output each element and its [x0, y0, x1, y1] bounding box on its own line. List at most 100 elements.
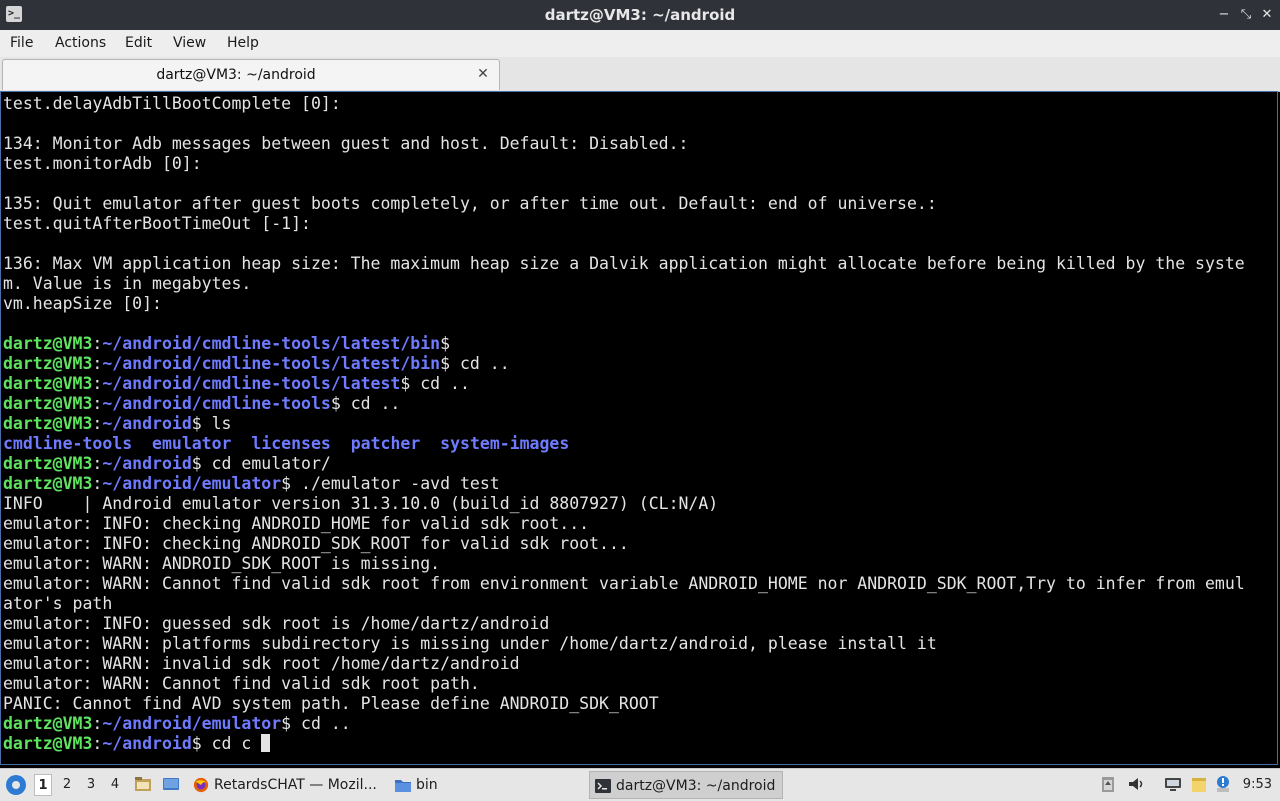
- prompt-path: ~/android/cmdline-tools/latest: [102, 374, 401, 393]
- prompt-path: ~/android/cmdline-tools/latest/bin: [102, 334, 441, 353]
- emulator-log-line: ator's path: [3, 594, 113, 613]
- emulator-log-line: emulator: WARN: invalid sdk root /home/d…: [3, 654, 520, 673]
- workspace-4[interactable]: 4: [106, 774, 124, 796]
- ls-dir-entry: system-images: [440, 434, 570, 453]
- tab-strip: dartz@VM3: ~/android ✕: [0, 57, 1280, 92]
- ls-dir-entry: cmdline-tools: [3, 434, 133, 453]
- firefox-icon: [193, 777, 209, 793]
- command-text: $ cd ..: [330, 394, 401, 413]
- prompt-user: dartz@VM3: [3, 334, 93, 353]
- emulator-log-line: emulator: WARN: Cannot find valid sdk ro…: [3, 674, 480, 693]
- prompt-path: ~/android: [102, 734, 192, 753]
- prompt-path: ~/android: [102, 414, 192, 433]
- terminal-text: test.delayAdbTillBootComplete [0]: 134: …: [3, 94, 1245, 754]
- prompt-sep: :: [92, 714, 103, 733]
- prompt-path: ~/android/emulator: [102, 714, 282, 733]
- menu-edit[interactable]: Edit: [125, 30, 152, 56]
- window-titlebar[interactable]: >_ dartz@VM3: ~/android − ⤡ ✕: [0, 0, 1280, 30]
- start-menu-icon[interactable]: [6, 775, 26, 795]
- tab-label: dartz@VM3: ~/android: [156, 67, 316, 83]
- command-input-text[interactable]: $ cd c: [192, 734, 262, 753]
- terminal-output[interactable]: test.delayAdbTillBootComplete [0]: 134: …: [0, 91, 1278, 765]
- command-text: $ cd ..: [281, 714, 351, 733]
- emulator-log-line: emulator: INFO: guessed sdk root is /hom…: [3, 614, 550, 633]
- prompt-user: dartz@VM3: [3, 454, 93, 473]
- prompt-path: ~/android/emulator: [102, 474, 282, 493]
- prompt-user: dartz@VM3: [3, 714, 93, 733]
- prompt-sep: :: [92, 454, 103, 473]
- workspace-1[interactable]: 1: [34, 774, 52, 796]
- config-line: vm.heapSize [0]:: [3, 294, 162, 313]
- tab-terminal[interactable]: dartz@VM3: ~/android ✕: [2, 59, 500, 90]
- task-label: dartz@VM3: ~/android: [616, 778, 776, 794]
- taskbar: 1 2 3 4 RetardsCHAT — Mozil... bin dartz…: [0, 768, 1280, 801]
- terminal-icon: [595, 779, 611, 793]
- prompt-path: ~/android/cmdline-tools/latest/bin: [102, 354, 441, 373]
- prompt-path: ~/android/cmdline-tools: [102, 394, 331, 413]
- task-firefox[interactable]: RetardsCHAT — Mozil...: [188, 771, 386, 799]
- command-text: $ cd ..: [400, 374, 470, 393]
- prompt-path: ~/android: [102, 454, 192, 473]
- ls-dir-entry: licenses: [251, 434, 331, 453]
- prompt-sep: :: [92, 334, 103, 353]
- command-text: $ cd ..: [440, 354, 510, 373]
- task-label: RetardsCHAT — Mozil...: [214, 777, 377, 793]
- ls-dir-entry: emulator: [152, 434, 232, 453]
- command-text: $: [440, 334, 451, 353]
- prompt-user: dartz@VM3: [3, 734, 93, 753]
- clock[interactable]: 9:53: [1243, 769, 1272, 801]
- workspace-3[interactable]: 3: [82, 774, 100, 796]
- prompt-sep: :: [92, 354, 103, 373]
- menu-actions[interactable]: Actions: [55, 30, 106, 56]
- prompt-sep: :: [92, 374, 103, 393]
- menu-file[interactable]: File: [10, 30, 33, 56]
- menu-view[interactable]: View: [173, 30, 206, 56]
- show-desktop-icon[interactable]: [162, 776, 180, 792]
- maximize-icon[interactable]: ⤡: [1238, 7, 1254, 23]
- task-terminal[interactable]: dartz@VM3: ~/android: [589, 771, 783, 799]
- task-label: bin: [416, 777, 438, 793]
- folder-icon: [395, 780, 411, 792]
- emulator-log-line: emulator: WARN: Cannot find valid sdk ro…: [3, 574, 1245, 593]
- config-line: m. Value is in megabytes.: [3, 274, 252, 293]
- command-text: $ cd emulator/: [191, 454, 331, 473]
- window-title: dartz@VM3: ~/android: [544, 6, 736, 24]
- prompt-sep: :: [92, 474, 103, 493]
- notes-icon[interactable]: [1190, 775, 1208, 793]
- tab-close-icon[interactable]: ✕: [475, 66, 491, 82]
- emulator-log-line: emulator: INFO: checking ANDROID_HOME fo…: [3, 514, 590, 533]
- update-notification-icon[interactable]: [1214, 775, 1232, 793]
- menu-bar: File Actions Edit View Help: [0, 30, 1280, 57]
- prompt-user: dartz@VM3: [3, 474, 93, 493]
- emulator-log-line: emulator: INFO: checking ANDROID_SDK_ROO…: [3, 534, 629, 553]
- network-icon[interactable]: [1164, 775, 1182, 793]
- command-text: $ ls: [191, 414, 232, 433]
- text-cursor: [261, 734, 271, 752]
- file-manager-launcher-icon[interactable]: [134, 776, 152, 792]
- ls-dir-entry: patcher: [350, 434, 421, 453]
- prompt-user: dartz@VM3: [3, 414, 93, 433]
- prompt-user: dartz@VM3: [3, 354, 93, 373]
- prompt-sep: :: [92, 734, 103, 753]
- clipboard-icon[interactable]: [1099, 775, 1117, 793]
- command-text: $ ./emulator -avd test: [281, 474, 500, 493]
- emulator-log-line: emulator: WARN: ANDROID_SDK_ROOT is miss…: [3, 554, 441, 573]
- minimize-icon[interactable]: −: [1216, 7, 1232, 23]
- prompt-user: dartz@VM3: [3, 374, 93, 393]
- close-icon[interactable]: ✕: [1259, 7, 1275, 23]
- prompt-sep: :: [92, 394, 103, 413]
- emulator-log-line: INFO | Android emulator version 31.3.10.…: [3, 494, 719, 513]
- config-line: 135: Quit emulator after guest boots com…: [3, 194, 937, 213]
- emulator-log-line: PANIC: Cannot find AVD system path. Plea…: [3, 694, 659, 713]
- task-file-manager[interactable]: bin: [390, 771, 580, 799]
- config-line: 134: Monitor Adb messages between guest …: [3, 134, 689, 153]
- menu-help[interactable]: Help: [227, 30, 259, 56]
- workspace-2[interactable]: 2: [58, 774, 76, 796]
- config-line: test.monitorAdb [0]:: [3, 154, 202, 173]
- volume-icon[interactable]: [1127, 775, 1145, 793]
- prompt-sep: :: [92, 414, 103, 433]
- config-line: 136: Max VM application heap size: The m…: [3, 254, 1245, 273]
- config-line: test.delayAdbTillBootComplete [0]:: [3, 94, 341, 113]
- emulator-log-line: emulator: WARN: platforms subdirectory i…: [3, 634, 937, 653]
- config-line: test.quitAfterBootTimeOut [-1]:: [3, 214, 311, 233]
